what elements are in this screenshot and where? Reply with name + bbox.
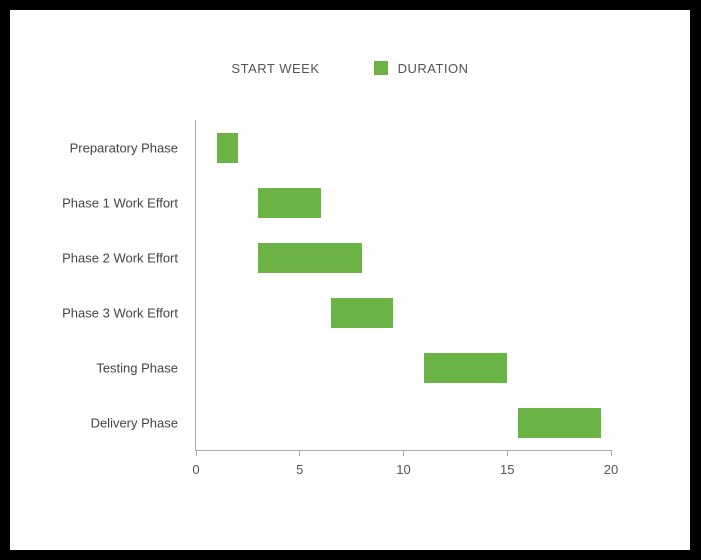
y-axis-label: Preparatory Phase	[70, 140, 178, 155]
chart-row: Delivery Phase	[196, 395, 611, 450]
x-axis-tick	[611, 450, 612, 456]
x-axis-tick-label: 20	[604, 462, 618, 477]
duration-bar	[258, 188, 320, 218]
x-axis-tick-label: 5	[296, 462, 303, 477]
chart-frame: START WEEK DURATION Preparatory PhasePha…	[10, 10, 690, 550]
duration-bar	[518, 408, 601, 438]
y-axis-label: Phase 1 Work Effort	[62, 195, 178, 210]
duration-bar	[217, 133, 238, 163]
chart-row: Phase 3 Work Effort	[196, 285, 611, 340]
x-axis-tick	[196, 450, 197, 456]
y-axis-label: Testing Phase	[96, 360, 178, 375]
duration-bar	[331, 298, 393, 328]
chart-row: Phase 2 Work Effort	[196, 230, 611, 285]
y-axis-label: Phase 3 Work Effort	[62, 305, 178, 320]
legend-item-duration: DURATION	[374, 61, 469, 77]
chart-row: Preparatory Phase	[196, 120, 611, 175]
legend-item-start-week: START WEEK	[231, 61, 319, 76]
duration-bar	[258, 243, 362, 273]
legend-start-week-label: START WEEK	[231, 61, 319, 76]
chart-row: Testing Phase	[196, 340, 611, 395]
y-axis-label: Delivery Phase	[91, 415, 178, 430]
legend-swatch-icon	[374, 61, 388, 75]
legend: START WEEK DURATION	[10, 60, 690, 76]
x-axis-tick	[403, 450, 404, 456]
x-axis-tick-label: 10	[396, 462, 410, 477]
x-axis-tick-label: 0	[192, 462, 199, 477]
y-axis-label: Phase 2 Work Effort	[62, 250, 178, 265]
chart-row: Phase 1 Work Effort	[196, 175, 611, 230]
legend-duration-label: DURATION	[398, 61, 469, 76]
plot-area: Preparatory PhasePhase 1 Work EffortPhas…	[195, 120, 611, 451]
x-axis-tick	[299, 450, 300, 456]
x-axis-tick	[507, 450, 508, 456]
x-axis-tick-label: 15	[500, 462, 514, 477]
duration-bar	[424, 353, 507, 383]
